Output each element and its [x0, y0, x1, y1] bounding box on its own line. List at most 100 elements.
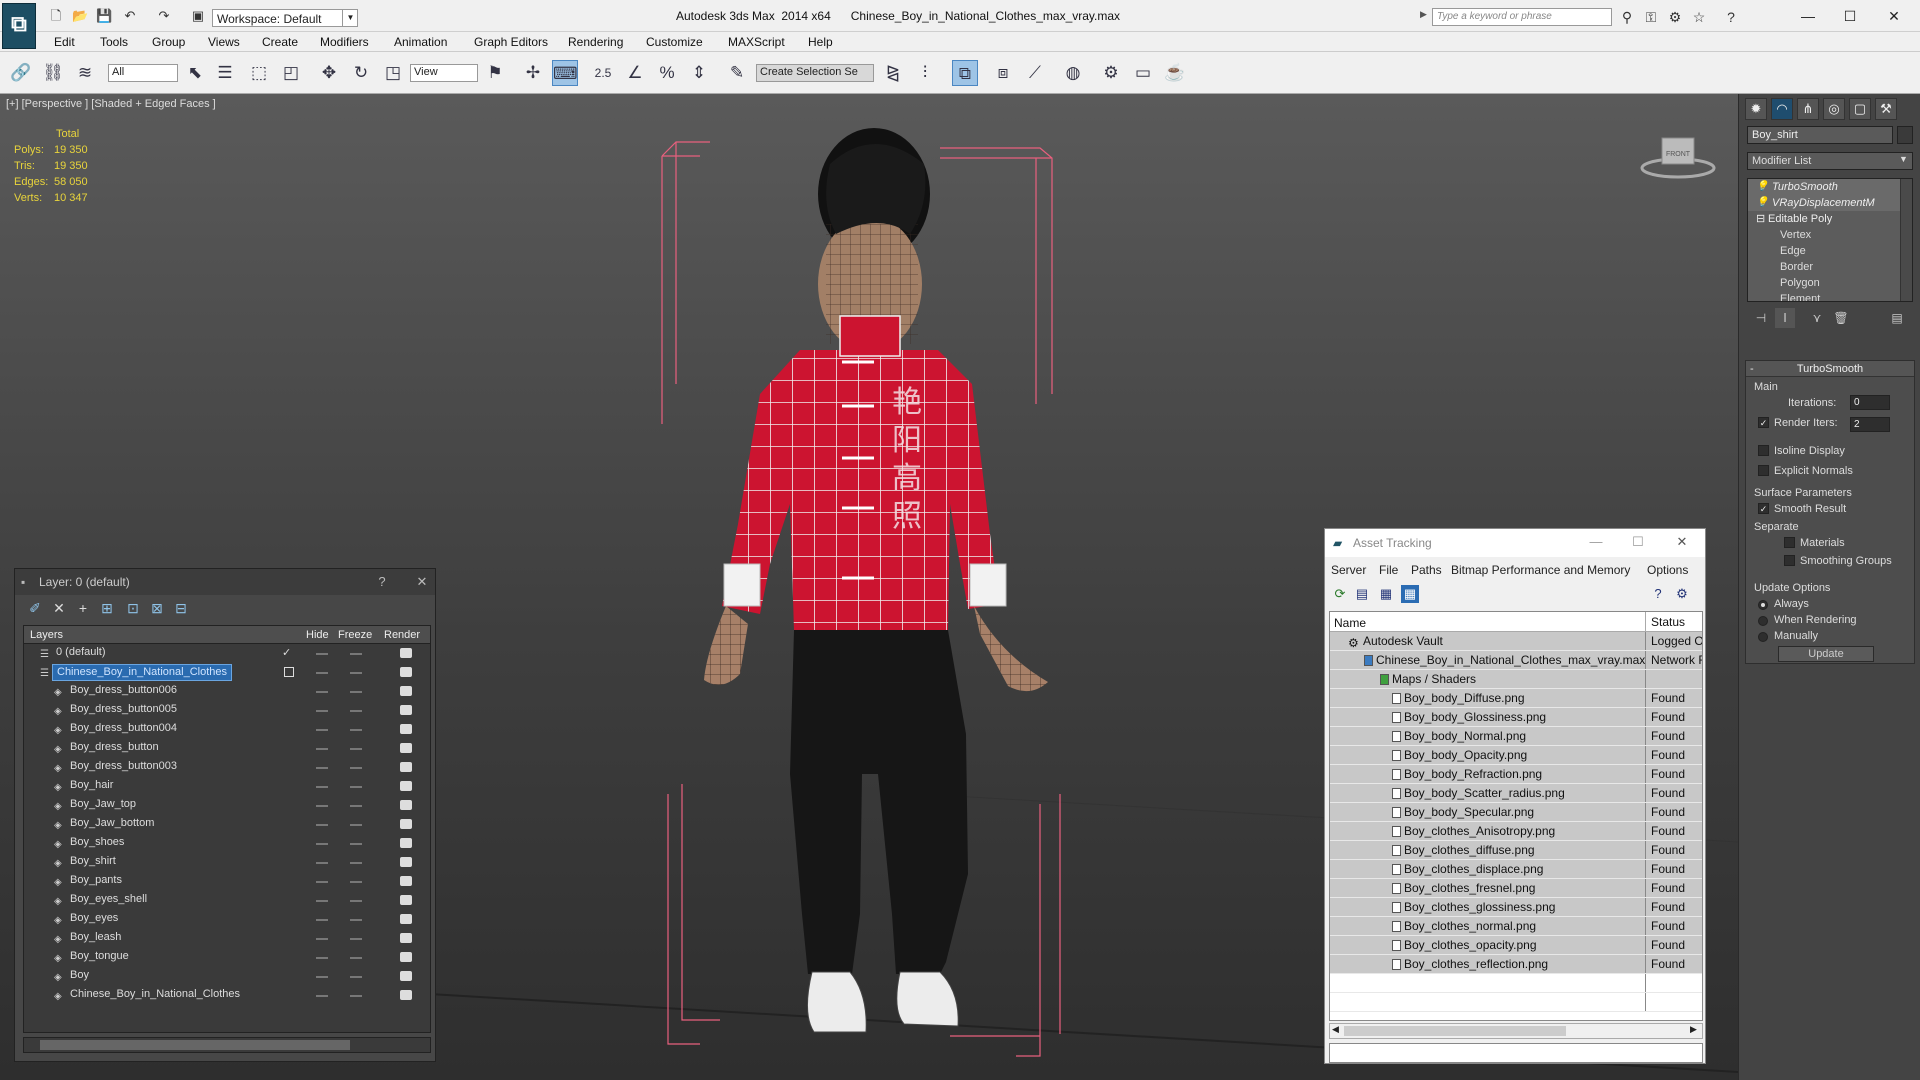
freeze-toggle[interactable]	[350, 995, 362, 997]
layer-row[interactable]: ◈ Boy_tongue	[24, 948, 430, 967]
render-teapot-icon[interactable]	[400, 971, 412, 981]
layer-name[interactable]: Boy_shirt	[66, 854, 120, 871]
layer-row[interactable]: ◈ Boy_eyes	[24, 910, 430, 929]
layer-row[interactable]: ◈ Boy_leash	[24, 929, 430, 948]
hierarchy-tab-icon[interactable]: ⋔	[1797, 98, 1819, 120]
material-editor-icon[interactable]: ◍	[1060, 60, 1086, 86]
open-file-icon[interactable]: 📂	[72, 8, 88, 24]
list-view-icon[interactable]: ▤	[1353, 585, 1371, 603]
asset-row[interactable]: Boy_clothes_displace.png Found	[1330, 860, 1702, 879]
hide-toggle[interactable]	[316, 976, 328, 978]
asset-menu-paths[interactable]: Paths	[1411, 563, 1442, 577]
freeze-toggle[interactable]	[350, 672, 362, 674]
freeze-toggle[interactable]	[350, 957, 362, 959]
render-teapot-icon[interactable]	[400, 724, 412, 734]
layer-name[interactable]: Boy_pants	[66, 873, 126, 890]
refresh-icon[interactable]: ⟳	[1331, 585, 1349, 603]
hide-toggle[interactable]	[316, 672, 328, 674]
display-tab-icon[interactable]: ▢	[1849, 98, 1871, 120]
workspace-dropdown-arrow-icon[interactable]: ▼	[342, 9, 358, 27]
hide-toggle[interactable]	[316, 691, 328, 693]
window-crossing-icon[interactable]: ◰	[278, 60, 304, 86]
layer-row[interactable]: ◈ Boy_Jaw_bottom	[24, 815, 430, 834]
modifier-list-dropdown[interactable]: Modifier List	[1747, 152, 1913, 170]
freeze-toggle[interactable]	[350, 710, 362, 712]
new-file-icon[interactable]: 🗋	[48, 8, 64, 24]
set-current-layer-box-icon[interactable]	[284, 667, 294, 677]
always-radio[interactable]	[1758, 600, 1768, 610]
asset-window-titlebar[interactable]: ▰ Asset Tracking — ☐ ✕	[1325, 529, 1705, 557]
freeze-toggle[interactable]	[350, 881, 362, 883]
hide-toggle[interactable]	[316, 881, 328, 883]
maximize-icon[interactable]: ☐	[1830, 4, 1870, 28]
layer-name[interactable]: Boy_shoes	[66, 835, 128, 852]
menu-rendering[interactable]: Rendering	[568, 35, 623, 49]
asset-row[interactable]: Boy_clothes_reflection.png Found	[1330, 955, 1702, 974]
asset-row[interactable]: Boy_body_Specular.png Found	[1330, 803, 1702, 822]
asset-row[interactable]: ⚙ Autodesk Vault Logged O	[1330, 632, 1702, 651]
layer-name[interactable]: Boy_dress_button006	[66, 683, 181, 700]
layer-row[interactable]: ◈ Boy_shoes	[24, 834, 430, 853]
asset-row[interactable]: Chinese_Boy_in_National_Clothes_max_vray…	[1330, 651, 1702, 670]
asset-horizontal-scrollbar[interactable]: ◀ ▶	[1329, 1023, 1703, 1039]
asset-path-field[interactable]	[1329, 1043, 1703, 1063]
asset-row[interactable]: Boy_body_Opacity.png Found	[1330, 746, 1702, 765]
render-teapot-icon[interactable]	[400, 781, 412, 791]
curve-editor-icon[interactable]: ⟋	[1022, 60, 1048, 86]
layer-row[interactable]: ◈ Boy_shirt	[24, 853, 430, 872]
freeze-toggle[interactable]	[350, 748, 362, 750]
layer-manager-icon[interactable]: ⧈	[990, 60, 1016, 86]
asset-row[interactable]: Boy_clothes_fresnel.png Found	[1330, 879, 1702, 898]
layer-row[interactable]: ◈ Boy_pants	[24, 872, 430, 891]
when-rendering-radio[interactable]	[1758, 616, 1768, 626]
edit-named-selection-icon[interactable]: ✎	[724, 60, 750, 86]
layer-row[interactable]: ◈ Boy_dress_button006	[24, 682, 430, 701]
asset-row[interactable]: Boy_clothes_normal.png Found	[1330, 917, 1702, 936]
column-hide[interactable]: Hide	[306, 629, 329, 641]
unlink-icon[interactable]: ⛓	[40, 60, 66, 86]
layer-name[interactable]: Boy_leash	[66, 930, 125, 947]
scroll-left-icon[interactable]: ◀	[1332, 1024, 1339, 1035]
freeze-toggle[interactable]	[350, 843, 362, 845]
viewcube[interactable]: FRONT	[1640, 130, 1716, 180]
hide-toggle[interactable]	[316, 805, 328, 807]
layer-row[interactable]: ◈ Chinese_Boy_in_National_Clothes	[24, 986, 430, 1005]
render-teapot-icon[interactable]	[400, 895, 412, 905]
hide-toggle[interactable]	[316, 900, 328, 902]
stack-item[interactable]: 💡 VRayDisplacementM	[1748, 195, 1912, 211]
layer-name[interactable]: 0 (default)	[52, 645, 110, 662]
column-name[interactable]: Name	[1334, 616, 1366, 630]
freeze-toggle[interactable]	[350, 976, 362, 978]
bulb-icon[interactable]: 💡	[1756, 179, 1768, 195]
materials-checkbox[interactable]	[1784, 537, 1795, 548]
hide-toggle[interactable]	[316, 843, 328, 845]
stack-subobject[interactable]: Vertex	[1748, 227, 1912, 243]
bind-space-warp-icon[interactable]: ≋	[72, 60, 98, 86]
layer-name[interactable]: Boy_dress_button005	[66, 702, 181, 719]
maximize-icon[interactable]: ☐	[1625, 529, 1651, 555]
show-end-result-icon[interactable]: Ⅰ	[1775, 308, 1795, 328]
rollout-title[interactable]: - TurboSmooth	[1746, 361, 1914, 377]
asset-row[interactable]: Boy_clothes_opacity.png Found	[1330, 936, 1702, 955]
layer-row[interactable]: ◈ Boy_eyes_shell	[24, 891, 430, 910]
hide-toggle[interactable]	[316, 919, 328, 921]
asset-row[interactable]: Boy_clothes_diffuse.png Found	[1330, 841, 1702, 860]
binoculars-icon[interactable]: ⚲	[1618, 8, 1636, 26]
freeze-toggle[interactable]	[350, 862, 362, 864]
asset-row[interactable]: Boy_body_Scatter_radius.png Found	[1330, 784, 1702, 803]
layer-name[interactable]: Boy_dress_button004	[66, 721, 181, 738]
undo-icon[interactable]: ↶	[122, 8, 138, 24]
thumbnail-view-icon[interactable]: ▦	[1377, 585, 1395, 603]
hide-toggle[interactable]	[316, 957, 328, 959]
column-render[interactable]: Render	[384, 629, 420, 641]
stack-item[interactable]: ⊟ Editable Poly	[1748, 211, 1912, 227]
rectangular-selection-icon[interactable]: ⬚	[246, 60, 272, 86]
motion-tab-icon[interactable]: ◎	[1823, 98, 1845, 120]
render-teapot-icon[interactable]	[400, 743, 412, 753]
menu-animation[interactable]: Animation	[394, 35, 447, 49]
scroll-right-icon[interactable]: ▶	[1690, 1024, 1697, 1035]
workspace-dropdown[interactable]: Workspace: Default	[212, 9, 358, 27]
update-button[interactable]: Update	[1778, 646, 1874, 662]
render-teapot-icon[interactable]	[400, 876, 412, 886]
search-expand-icon[interactable]: ▶	[1420, 9, 1427, 20]
